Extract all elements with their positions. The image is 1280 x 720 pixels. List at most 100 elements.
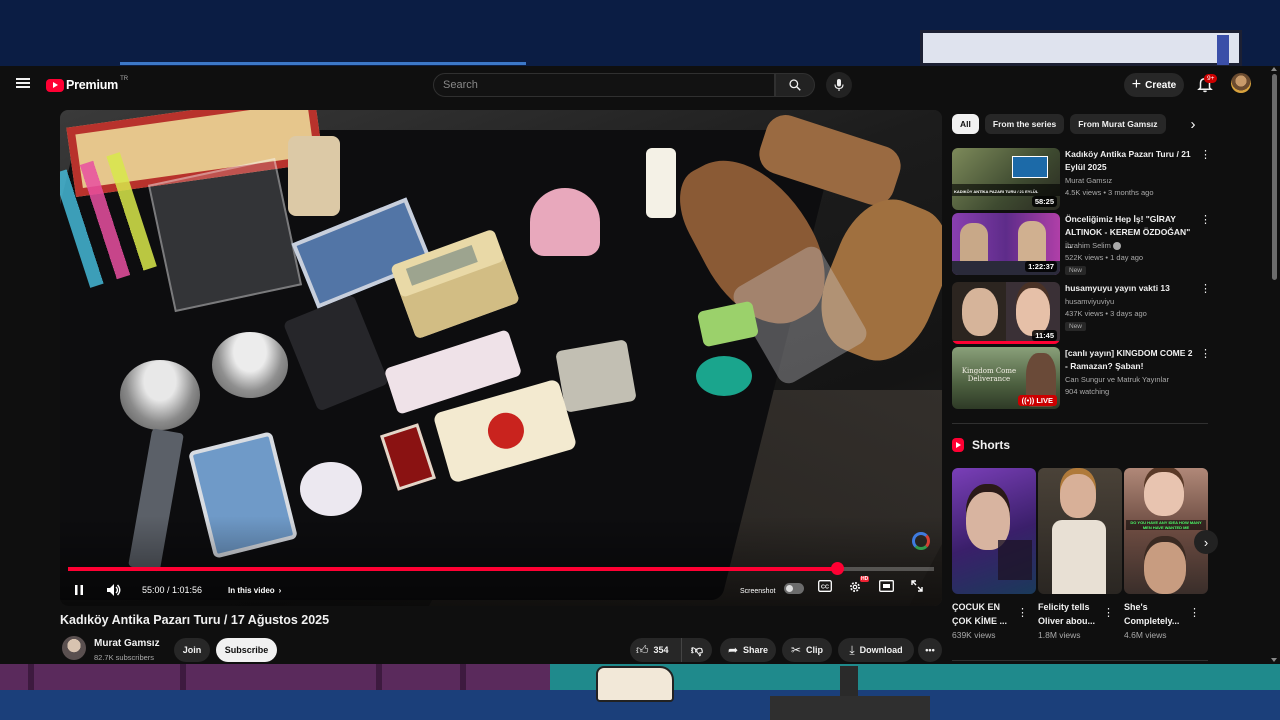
clip-button[interactable]: ✂ Clip	[782, 638, 832, 662]
more-vertical-icon[interactable]: ⋮	[1200, 213, 1211, 227]
chip-from-the-series[interactable]: From the series	[984, 114, 1065, 134]
logo-text: Premium	[66, 78, 119, 92]
short-thumbnail[interactable]: DO YOU HAVE ANY IDEA HOW MANY MEN HAVE W…	[1124, 468, 1208, 594]
recommendation-item[interactable]: 1:22:37 Önceliğimiz Hep İş! "GİRAY ALTIN…	[952, 213, 1214, 275]
join-button[interactable]: Join	[174, 638, 210, 662]
share-label: Share	[743, 645, 769, 655]
video-thumbnail[interactable]: KADIKÖY ANTİKA PAZARI TURU / 21 EYLÜL 58…	[952, 148, 1060, 210]
video-thumbnail[interactable]: 11:45	[952, 282, 1060, 344]
scrollbar-thumb[interactable]	[1272, 74, 1277, 280]
download-button[interactable]: ⤓ Download	[838, 638, 914, 662]
short-item[interactable]: ÇOCUK EN ÇOK KİME ... 639K views ⋮	[952, 468, 1036, 640]
screenshot-toggle[interactable]	[784, 583, 804, 594]
progress-fill	[68, 567, 837, 571]
recommendation-item[interactable]: Kingdom Come Deliverance ((•)) LIVE [can…	[952, 347, 1214, 409]
scroll-down-arrow-icon[interactable]	[1271, 658, 1277, 662]
paper-stripe	[1217, 35, 1229, 65]
video-duration: 11:45	[1032, 330, 1057, 341]
verified-icon	[1112, 242, 1121, 251]
video-thumbnail[interactable]: Kingdom Come Deliverance ((•)) LIVE	[952, 347, 1060, 409]
video-duration: 1:22:37	[1025, 261, 1057, 272]
search-button[interactable]	[775, 73, 815, 97]
subscribe-button[interactable]: Subscribe	[216, 638, 277, 662]
channel-avatar[interactable]	[62, 636, 86, 660]
new-badge: New	[1065, 266, 1087, 275]
short-item[interactable]: Felicity tells Oliver abou... 1.8M views…	[1038, 468, 1122, 640]
short-views: 1.8M views	[1038, 630, 1081, 640]
recommendation-item[interactable]: KADIKÖY ANTİKA PAZARI TURU / 21 EYLÜL 58…	[952, 148, 1214, 210]
dislike-button[interactable]: 👎︎	[682, 643, 712, 658]
fullscreen-icon[interactable]	[908, 580, 926, 596]
pixel-cat-sprite	[596, 666, 674, 702]
recommendation-channel[interactable]: Murat Gamsız	[1065, 175, 1112, 187]
thumbnail-overlay-text: KADIKÖY ANTİKA PAZARI TURU / 21 EYLÜL	[954, 189, 1039, 194]
video-duration: 58:25	[1031, 196, 1057, 207]
short-title[interactable]: She's Completely...	[1124, 600, 1192, 628]
search-input[interactable]	[443, 79, 763, 91]
notification-count-badge: 9+	[1204, 74, 1218, 83]
more-vertical-icon[interactable]: ⋮	[1200, 347, 1211, 361]
theater-mode-icon[interactable]	[877, 580, 895, 596]
recommendation-title[interactable]: husamyuyu yayın vakti 13	[1065, 282, 1195, 295]
recommendation-item[interactable]: 11:45 husamyuyu yayın vakti 13 husamviyu…	[952, 282, 1214, 344]
download-icon: ⤓	[849, 642, 855, 657]
settings-gear-icon[interactable]	[846, 580, 864, 596]
sidebar-divider	[952, 660, 1208, 661]
hd-badge: HD	[860, 576, 870, 582]
like-count: 354	[653, 645, 669, 655]
short-thumbnail[interactable]	[952, 468, 1036, 594]
channel-name[interactable]: Murat Gamsız	[94, 638, 160, 649]
progress-bar[interactable]	[68, 562, 934, 575]
recommendation-channel[interactable]: husamviyuviyu	[1065, 296, 1114, 308]
thumbs-down-icon: 👎︎	[690, 642, 704, 657]
more-vertical-icon[interactable]: ⋮	[1103, 606, 1114, 619]
chapters-button[interactable]: In this video ›	[228, 582, 281, 598]
account-avatar[interactable]	[1231, 73, 1251, 93]
recommendation-channel[interactable]: Can Sungur ve Matruk Yayınlar	[1065, 374, 1169, 386]
short-thumbnail[interactable]	[1038, 468, 1122, 594]
clip-label: Clip	[806, 645, 824, 655]
scissors-icon: ✂	[790, 643, 802, 657]
menu-icon[interactable]	[14, 76, 32, 92]
screenshot-label: Screenshot	[740, 588, 776, 595]
live-broadcast-icon: ((•))	[1021, 396, 1037, 405]
sidebar-divider	[952, 423, 1208, 424]
share-button[interactable]: ➦ Share	[720, 638, 776, 662]
short-views: 4.6M views	[1124, 630, 1167, 640]
more-vertical-icon[interactable]: ⋮	[1189, 606, 1200, 619]
like-button[interactable]: 👍︎ 354	[630, 638, 682, 662]
recommendation-channel[interactable]: İbrahim Selim	[1065, 240, 1121, 252]
more-vertical-icon[interactable]: ⋮	[1200, 148, 1211, 162]
pause-icon	[75, 585, 83, 595]
volume-icon	[107, 584, 121, 596]
short-title[interactable]: Felicity tells Oliver abou...	[1038, 600, 1106, 628]
more-vertical-icon[interactable]: ⋮	[1200, 282, 1211, 296]
recommendation-title[interactable]: Kadıköy Antika Pazarı Turu / 21 Eylül 20…	[1065, 148, 1195, 174]
chip-from-channel[interactable]: From Murat Gamsız	[1070, 114, 1166, 134]
search-box[interactable]	[433, 73, 775, 97]
short-title[interactable]: ÇOCUK EN ÇOK KİME ...	[952, 600, 1020, 628]
chips-next-chevron-icon[interactable]: ›	[1180, 114, 1206, 134]
chip-all[interactable]: All	[952, 114, 979, 134]
svg-text:CC: CC	[821, 585, 829, 591]
shorts-next-chevron-icon[interactable]: ›	[1194, 530, 1218, 554]
pixel-wall	[0, 664, 550, 690]
recommendation-title[interactable]: [canlı yayın] KINGDOM COME 2 - Ramazan? …	[1065, 347, 1195, 373]
more-actions-button[interactable]: •••	[918, 638, 942, 662]
short-item[interactable]: DO YOU HAVE ANY IDEA HOW MANY MEN HAVE W…	[1124, 468, 1208, 640]
watch-progress	[952, 341, 1060, 344]
scrubber-handle[interactable]	[831, 562, 844, 575]
subtitles-cc-icon[interactable]: CC	[816, 580, 834, 596]
play-pause-button[interactable]	[72, 582, 86, 598]
download-label: Download	[859, 645, 903, 655]
video-player[interactable]: 55:00 / 1:01:56 In this video › Screensh…	[60, 110, 942, 606]
create-button[interactable]: + Create	[1124, 73, 1184, 97]
volume-button[interactable]	[106, 582, 122, 598]
scroll-up-arrow-icon[interactable]	[1271, 67, 1277, 71]
video-thumbnail[interactable]: 1:22:37	[952, 213, 1060, 275]
scrollbar[interactable]	[1269, 66, 1280, 664]
more-vertical-icon[interactable]: ⋮	[1017, 606, 1028, 619]
voice-search-button[interactable]	[826, 72, 852, 98]
youtube-premium-logo[interactable]: Premium TR	[46, 76, 128, 94]
chevron-right-icon: ›	[278, 585, 282, 595]
